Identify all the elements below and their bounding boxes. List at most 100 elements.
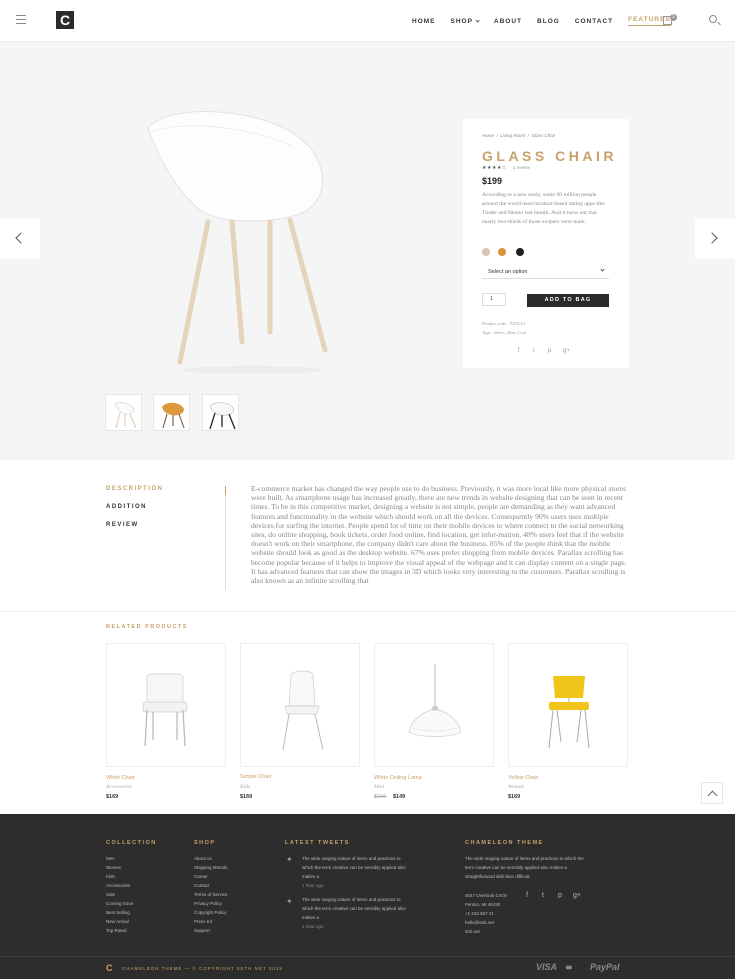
cart-badge: 1 (670, 14, 677, 21)
contact-info: 4047 Overlook Circle Fenton, MI 48430 +1… (465, 891, 507, 936)
nav-shop[interactable]: SHOP (451, 16, 480, 26)
footer-link[interactable]: Accessories (106, 881, 133, 890)
chevron-left-icon (15, 232, 27, 244)
tweets-title: LATEST TWEETS (285, 840, 350, 846)
footer-link[interactable]: Press Kit (194, 917, 228, 926)
facebook-icon[interactable]: f (526, 892, 528, 899)
option-select[interactable]: Select an option (482, 266, 609, 279)
footer-link[interactable]: Men (106, 854, 133, 863)
footer-link[interactable]: Top Rated (106, 926, 133, 935)
footer-link[interactable]: Kids (106, 872, 133, 881)
footer-link[interactable]: Women (106, 863, 133, 872)
pinterest-icon[interactable]: p (548, 348, 551, 354)
divider (225, 486, 226, 590)
nav-contact[interactable]: CONTACT (575, 16, 613, 26)
related-product-old-price: $169 (374, 794, 387, 800)
related-product-name[interactable]: White Ceiling Lamp (374, 775, 422, 781)
google-plus-icon[interactable]: g+ (573, 892, 581, 899)
chair-thumbnail-image (162, 402, 185, 429)
related-product-price: $149 (393, 794, 406, 800)
footer-link[interactable]: Copyright Policy (194, 908, 228, 917)
option-select-value: Select an option (488, 269, 528, 275)
nav-blog[interactable]: BLOG (537, 16, 560, 26)
thumbnail-white[interactable] (105, 394, 142, 431)
footer-link[interactable]: Best Selling (106, 908, 133, 917)
review-count[interactable]: 1 review (513, 165, 530, 170)
address-line: 4047 Overlook Circle (465, 893, 508, 898)
related-product-price: $169 (240, 794, 253, 800)
email-link[interactable]: hello@5sh.net (465, 918, 507, 927)
twitter-icon: ✦ (286, 855, 293, 864)
chevron-right-icon (706, 232, 718, 244)
footer-link[interactable]: Terms of Service (194, 890, 228, 899)
product-price: $199 (482, 176, 503, 186)
related-product-category: Accessories (106, 784, 132, 790)
nav-about[interactable]: ABOUT (494, 16, 522, 26)
product-tags: Tags : Shoes, Man, Cool (482, 330, 527, 335)
facebook-icon[interactable]: f (518, 348, 520, 354)
related-product-card[interactable] (106, 643, 226, 767)
rating-stars: ★★★★☆ (482, 165, 507, 171)
thumbnail-black[interactable] (202, 394, 239, 431)
footer-link[interactable]: New Arrival (106, 917, 133, 926)
scroll-to-top-button[interactable] (701, 782, 723, 804)
tweet-time: 1 hour ago (302, 924, 324, 929)
color-swatch-orange[interactable] (498, 248, 506, 256)
footer-link[interactable]: Coming Soon (106, 899, 133, 908)
tab-description[interactable]: DESCRIPTION (106, 486, 164, 492)
related-product-card[interactable] (374, 643, 494, 767)
thumbnail-orange[interactable] (153, 394, 190, 431)
google-plus-icon[interactable]: g+ (563, 348, 570, 354)
related-product-card[interactable] (240, 643, 360, 767)
related-product-name[interactable]: Yellow Chair (508, 775, 538, 781)
related-product-category: Kids (240, 784, 251, 790)
footer-link[interactable]: Contact (194, 881, 228, 890)
product-description: According to a new study, some 90 millio… (482, 192, 605, 225)
shop-title: SHOP (194, 840, 216, 846)
tweet-text: The wide ranging nature of items and pra… (302, 856, 406, 879)
mastercard-icon: ●● (565, 962, 573, 972)
related-product-card[interactable] (508, 643, 628, 767)
logo[interactable]: C (56, 11, 74, 29)
visa-icon: VISA (536, 962, 558, 972)
twitter-icon[interactable]: t (542, 892, 544, 899)
site-header: C HOME SHOP ABOUT BLOG CONTACT FEATURES … (0, 0, 735, 42)
tweet: The wide ranging nature of items and pra… (302, 895, 412, 931)
related-products-title: RELATED PRODUCTS (106, 624, 188, 630)
divider (0, 956, 735, 957)
breadcrumb-living-room[interactable]: Living Room (500, 133, 525, 138)
footer-link[interactable]: Privacy Policy (194, 899, 228, 908)
breadcrumb-home[interactable]: Home (482, 133, 494, 138)
prev-arrow-button[interactable] (0, 219, 40, 259)
about-title: CHAMELEON THEME (465, 840, 544, 846)
footer-link[interactable]: About us (194, 854, 228, 863)
pinterest-icon[interactable]: p (558, 892, 562, 899)
phone: +1 234 567 21 (465, 911, 494, 916)
twitter-icon[interactable]: t (533, 348, 535, 354)
collection-title: COLLECTION (106, 840, 157, 846)
tab-review[interactable]: REVIEW (106, 522, 164, 528)
footer-link[interactable]: Shipping Metods (194, 863, 228, 872)
color-swatch-black[interactable] (516, 248, 524, 256)
product-title: GLASS CHAIR (482, 148, 617, 164)
search-icon[interactable] (709, 15, 717, 23)
breadcrumb-current: Glass Chair (531, 133, 556, 138)
color-swatch-beige[interactable] (482, 248, 490, 256)
add-to-bag-button[interactable]: ADD TO BAG (527, 294, 609, 307)
website-link[interactable]: 5sh.net (465, 927, 507, 936)
nav-home[interactable]: HOME (412, 16, 436, 26)
tab-addition[interactable]: ADDITION (106, 504, 164, 510)
paypal-icon: PayPal (590, 962, 620, 972)
quantity-stepper[interactable]: 1 (482, 293, 506, 306)
menu-icon[interactable] (16, 15, 26, 24)
next-arrow-button[interactable] (695, 219, 735, 259)
related-product-name[interactable]: White Chair (106, 775, 135, 781)
related-product-name[interactable]: Simple Chair (240, 774, 271, 780)
footer-link[interactable]: Career (194, 872, 228, 881)
related-product-category: Man (374, 784, 385, 790)
footer-link[interactable]: Support (194, 926, 228, 935)
related-product-category: Woman (508, 784, 525, 790)
footer-link[interactable]: Sale (106, 890, 133, 899)
footer-logo: C (106, 963, 113, 973)
divider (0, 611, 735, 612)
